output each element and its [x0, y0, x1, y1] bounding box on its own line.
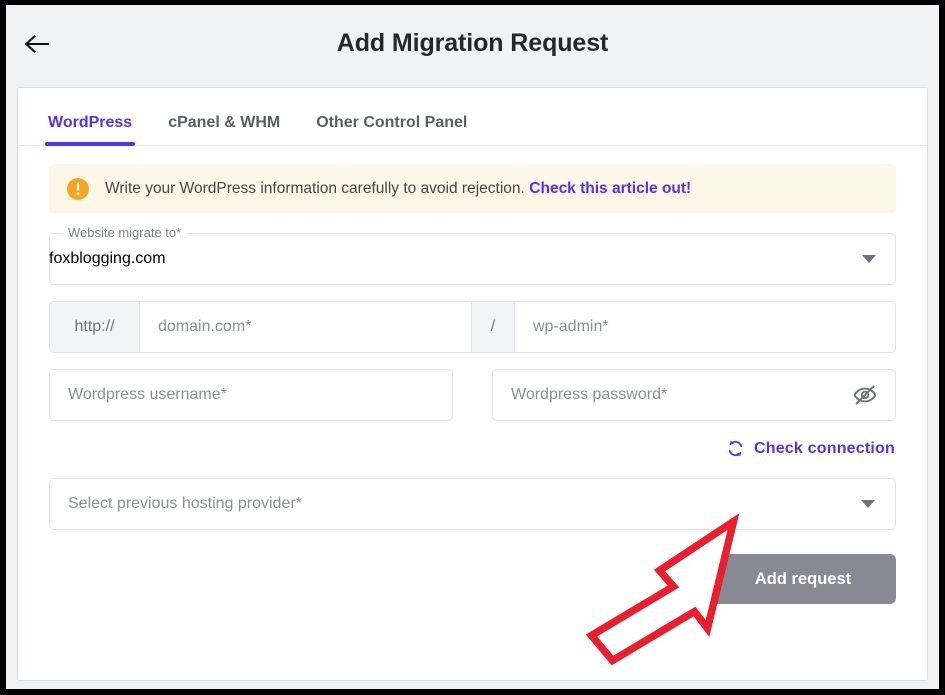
tab-other-control-panel[interactable]: Other Control Panel — [298, 114, 485, 145]
alert-message-wrap: Write your WordPress information careful… — [105, 180, 691, 198]
tab-wordpress[interactable]: WordPress — [30, 114, 150, 146]
wordpress-username-field[interactable]: Wordpress username* — [49, 369, 453, 421]
arrow-left-icon — [24, 34, 50, 53]
path-separator-addon: / — [471, 302, 515, 352]
check-connection-row: Check connection — [49, 439, 896, 458]
credentials-row: Wordpress username* Wordpress password* — [49, 369, 896, 421]
page-title: Add Migration Request — [336, 29, 609, 57]
tab-bar: WordPress cPanel & WHM Other Control Pan… — [18, 88, 927, 146]
protocol-addon: http:// — [50, 302, 140, 352]
exclamation-circle-icon — [67, 177, 89, 200]
submit-row: Add request — [49, 554, 896, 604]
alert-message: Write your WordPress information careful… — [105, 179, 525, 197]
screen-frame: Add Migration Request WordPress cPanel &… — [0, 0, 945, 695]
page-header: Add Migration Request — [6, 5, 939, 82]
website-select-value: foxblogging.com — [49, 250, 166, 267]
password-visibility-toggle[interactable] — [851, 381, 879, 409]
website-migrate-select[interactable]: Website migrate to* foxblogging.com — [49, 225, 896, 285]
back-button[interactable] — [17, 24, 57, 64]
warning-alert: Write your WordPress information careful… — [49, 164, 896, 213]
provider-placeholder: Select previous hosting provider* — [68, 495, 302, 512]
website-select-label: Website migrate to* — [63, 225, 187, 240]
tab-cpanel-whm[interactable]: cPanel & WHM — [150, 114, 298, 145]
check-connection-link[interactable]: Check connection — [754, 440, 895, 458]
domain-input[interactable]: domain.com* — [140, 302, 471, 352]
site-url-row: http:// domain.com* / wp-admin* — [49, 301, 896, 353]
chevron-down-icon — [861, 500, 875, 508]
refresh-icon — [728, 440, 743, 457]
add-request-button[interactable]: Add request — [710, 554, 896, 604]
eye-slash-icon — [853, 385, 877, 405]
website-select-inner: foxblogging.com — [49, 233, 896, 285]
password-placeholder: Wordpress password* — [511, 386, 668, 403]
username-placeholder: Wordpress username* — [68, 386, 227, 403]
admin-path-input[interactable]: wp-admin* — [515, 302, 895, 352]
form-card: WordPress cPanel & WHM Other Control Pan… — [17, 87, 928, 681]
alert-article-link[interactable]: Check this article out! — [529, 180, 691, 197]
wordpress-password-field[interactable]: Wordpress password* — [492, 369, 896, 421]
form-body: Write your WordPress information careful… — [18, 146, 927, 604]
page-root: Add Migration Request WordPress cPanel &… — [6, 5, 939, 689]
previous-hosting-provider-select[interactable]: Select previous hosting provider* — [49, 478, 896, 530]
